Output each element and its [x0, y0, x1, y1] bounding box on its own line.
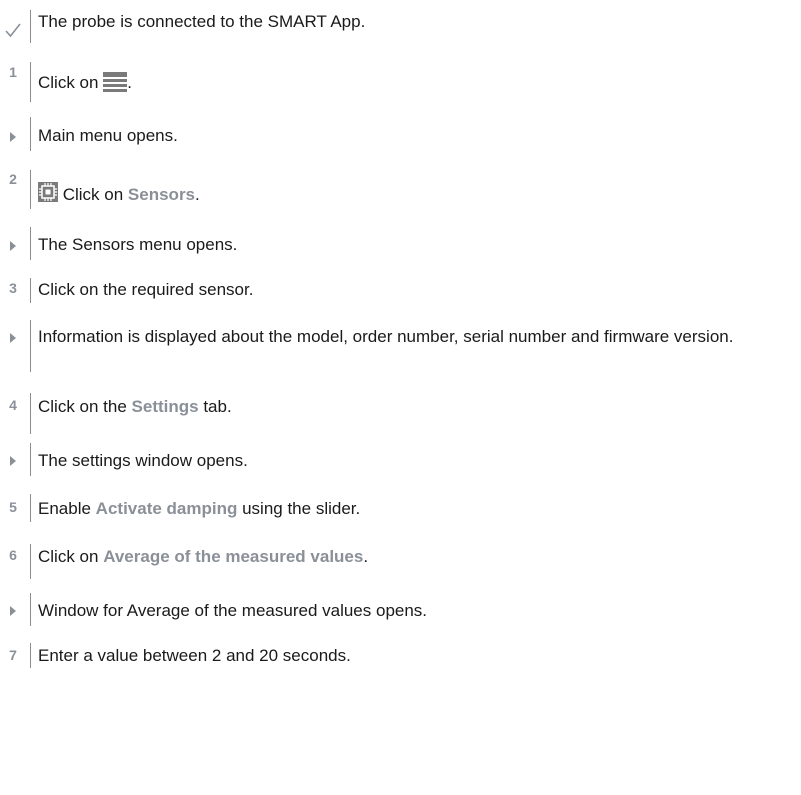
step-rule: [30, 117, 31, 151]
keyword-sensors: Sensors: [127, 185, 196, 204]
keyword-activate-damping: Activate damping: [95, 499, 238, 518]
step-rule: [30, 643, 31, 668]
step-rule: [30, 494, 31, 522]
step-number: 2: [9, 171, 17, 187]
step-number: 1: [9, 64, 17, 80]
step-text: Click on the Settings tab.: [38, 397, 232, 416]
checkmark-icon: [0, 22, 26, 38]
step-rule: [30, 593, 31, 626]
step-rule: [30, 10, 31, 43]
triangle-right-icon: [0, 132, 26, 142]
triangle-right-icon: [0, 456, 26, 466]
keyword-settings: Settings: [131, 397, 199, 416]
triangle-right-icon: [0, 241, 26, 251]
step-text: Main menu opens.: [38, 126, 178, 145]
step-text: Click on Sensors.: [38, 182, 798, 207]
step-rule: [30, 62, 31, 102]
step-number: 6: [9, 547, 17, 563]
step-rule: [30, 227, 31, 260]
step-text: Click on .: [38, 72, 798, 97]
step-text: The probe is connected to the SMART App.: [38, 12, 366, 31]
step-rule: [30, 278, 31, 303]
triangle-right-icon: [0, 333, 26, 343]
step-text: The settings window opens.: [38, 451, 248, 470]
step-text: Click on the required sensor.: [38, 280, 254, 299]
step-rule: [30, 170, 31, 209]
keyword-average-measured-values: Average of the measured values: [103, 547, 364, 566]
step-rule: [30, 443, 31, 476]
step-rule: [30, 393, 31, 434]
step-text: Enable Activate damping using the slider…: [38, 499, 361, 518]
step-rule: [30, 544, 31, 579]
triangle-right-icon: [0, 606, 26, 616]
step-text: The Sensors menu opens.: [38, 235, 238, 254]
step-number: 4: [9, 397, 17, 413]
hamburger-menu-icon: [103, 72, 128, 97]
step-number: 7: [9, 647, 17, 663]
step-number: 5: [9, 499, 17, 515]
sensor-chip-icon: [38, 182, 58, 207]
step-rule: [30, 320, 31, 372]
step-text: Click on Average of the measured values.: [38, 547, 369, 566]
instruction-steps: The probe is connected to the SMART App.…: [0, 0, 801, 795]
step-number: 3: [9, 280, 17, 296]
step-text: Enter a value between 2 and 20 seconds.: [38, 646, 351, 665]
step-text: Window for Average of the measured value…: [38, 601, 428, 620]
step-text: Information is displayed about the model…: [38, 327, 734, 346]
